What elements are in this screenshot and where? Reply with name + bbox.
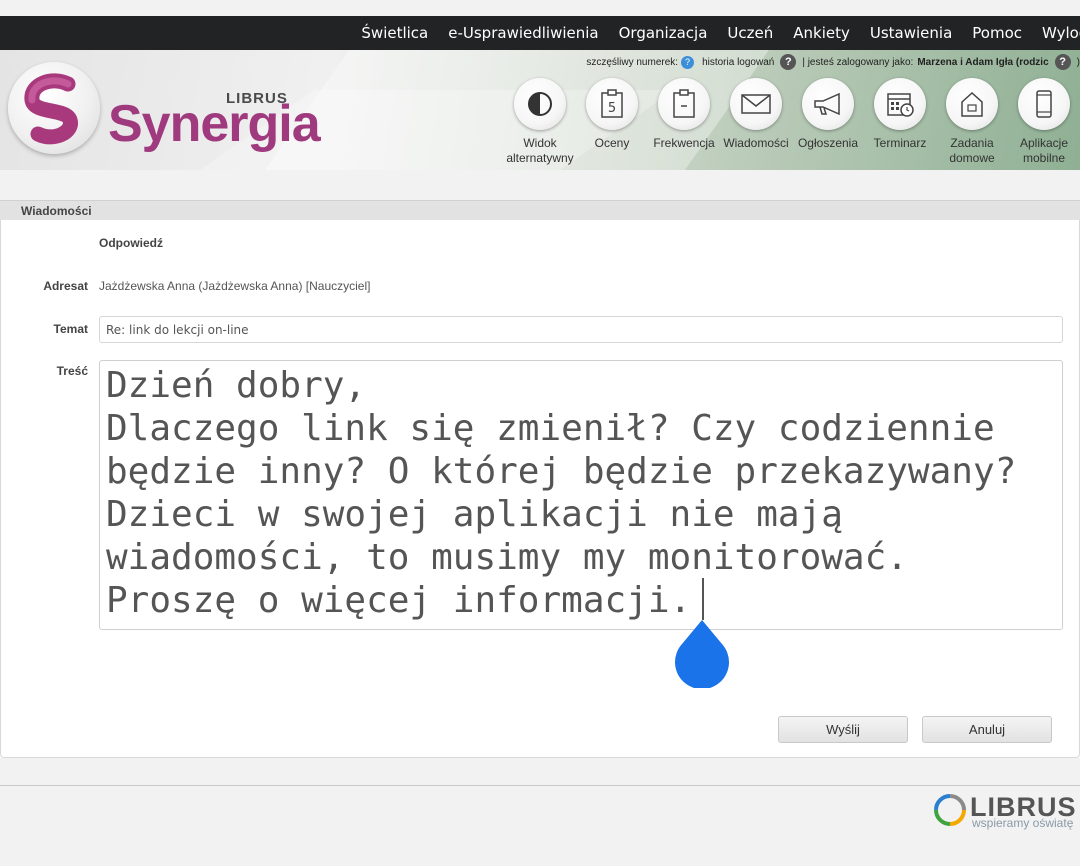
- synergia-logo-icon[interactable]: [8, 62, 100, 154]
- panel-title: Wiadomości: [0, 200, 1080, 220]
- nav-item-ustawienia[interactable]: Ustawienia: [870, 24, 952, 42]
- nav-item-pomoc[interactable]: Pomoc: [972, 24, 1022, 42]
- calendar-icon: [887, 93, 914, 117]
- adresat-value: Jażdżewska Anna (Jażdżewska Anna) [Naucz…: [99, 279, 371, 293]
- librus-logo-icon: [934, 794, 966, 826]
- message-body-textarea[interactable]: Dzień dobry, Dlaczego link się zmienił? …: [99, 360, 1063, 630]
- house-icon: [961, 91, 983, 117]
- cancel-button[interactable]: Anuluj: [922, 716, 1052, 743]
- user-help-icon[interactable]: ?: [1054, 54, 1071, 70]
- user-info-line: szczęśliwy numerek: ? historia logowań ?…: [586, 54, 1080, 70]
- footer-divider: [0, 785, 1080, 786]
- module-label: Terminarz: [873, 136, 927, 150]
- module-wiadomosci[interactable]: Wiadomości: [718, 78, 794, 151]
- nav-item-uczen[interactable]: Uczeń: [727, 24, 773, 42]
- module-label: Frekwencja: [653, 136, 715, 150]
- lucky-number-label: szczęśliwy numerek:: [586, 56, 679, 68]
- module-oceny[interactable]: 5 Oceny: [574, 78, 650, 151]
- subject-input[interactable]: [99, 316, 1063, 343]
- module-label: Widok alternatywny: [506, 136, 574, 165]
- megaphone-icon: [814, 92, 840, 116]
- module-widok-alternatywny[interactable]: Widok alternatywny: [502, 78, 578, 166]
- module-aplikacje-mobilne[interactable]: Aplikacje mobilne: [1006, 78, 1080, 166]
- module-label: Oceny: [594, 136, 630, 150]
- nav-item-ankiety[interactable]: Ankiety: [793, 24, 850, 42]
- temat-label: Temat: [53, 322, 88, 336]
- clipboard-icon: [673, 89, 695, 118]
- user-trailing: ): [1076, 56, 1080, 68]
- module-zadania-domowe[interactable]: Zadania domowe: [934, 78, 1010, 166]
- login-history-link[interactable]: historia logowań: [702, 57, 774, 68]
- adresat-label: Adresat: [43, 279, 88, 293]
- footer: [0, 758, 1080, 866]
- module-ogloszenia[interactable]: Ogłoszenia: [790, 78, 866, 151]
- user-name: Marzena i Adam Igła (rodzic: [917, 56, 1049, 68]
- nav-item-e-usprawiedliwienia[interactable]: e-Usprawiedliwienia: [448, 24, 598, 42]
- svg-text:5: 5: [608, 101, 616, 116]
- module-label: Aplikacje mobilne: [1019, 136, 1069, 165]
- status-strip: [0, 0, 1080, 16]
- text-caret: [702, 578, 704, 620]
- phone-icon: [1036, 90, 1052, 118]
- section-heading: Odpowiedź: [99, 236, 163, 250]
- brand-synergia-label: Synergia: [108, 95, 321, 153]
- header-banner: LIBRUS Synergia szczęśliwy numerek: ? hi…: [0, 50, 1080, 170]
- help-icon[interactable]: ?: [780, 54, 797, 70]
- footer-logo[interactable]: LIBRUS wspieramy oświatę: [932, 792, 1076, 833]
- tresc-label: Treść: [56, 364, 88, 378]
- nav-item-organizacja[interactable]: Organizacja: [619, 24, 708, 42]
- module-label: Ogłoszenia: [797, 136, 859, 150]
- module-frekwencja[interactable]: Frekwencja: [646, 78, 722, 151]
- cursor-handle-icon[interactable]: [673, 620, 731, 688]
- envelope-icon: [741, 94, 771, 114]
- send-button[interactable]: Wyślij: [778, 716, 908, 743]
- grade-icon: 5: [601, 89, 623, 118]
- nav-item-wyloguj[interactable]: Wyloguj: [1042, 24, 1080, 42]
- module-icon-bar: Widok alternatywny 5 Oceny Frekwencja Wi…: [500, 78, 1080, 170]
- logged-as-label: | jesteś zalogowany jako:: [802, 56, 914, 68]
- module-terminarz[interactable]: Terminarz: [862, 78, 938, 151]
- module-label: Wiadomości: [723, 136, 789, 150]
- top-nav: Świetlica e-Usprawiedliwienia Organizacj…: [0, 16, 1080, 50]
- content-spacer: [0, 170, 1080, 200]
- half-circle-icon: [528, 92, 552, 116]
- module-label: Zadania domowe: [949, 136, 995, 165]
- footer-tagline: wspieramy oświatę: [972, 816, 1074, 830]
- nav-item-swietlica[interactable]: Świetlica: [361, 24, 428, 42]
- lucky-number-badge[interactable]: ?: [681, 55, 695, 69]
